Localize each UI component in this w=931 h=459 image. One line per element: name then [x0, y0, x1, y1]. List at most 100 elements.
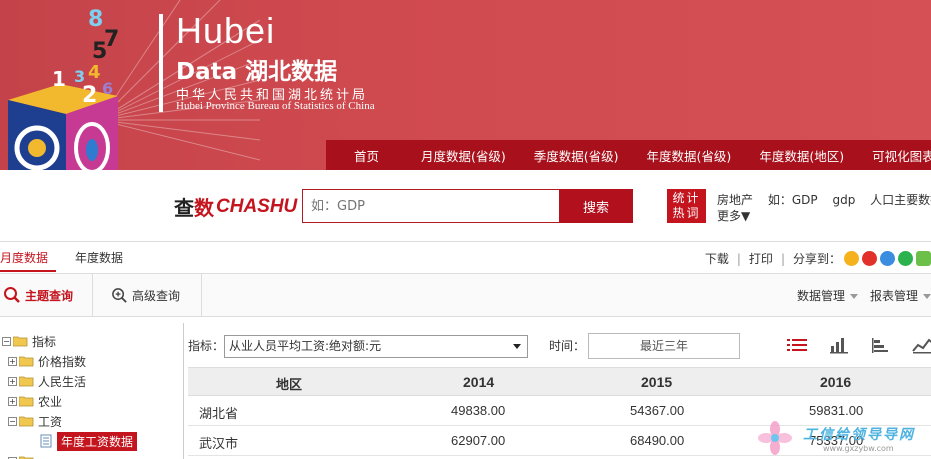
- tree-node-yearly-wage-data[interactable]: 年度工资数据: [40, 431, 138, 451]
- separator: |: [780, 251, 785, 266]
- cube-digit: 6: [102, 79, 113, 98]
- cell-value: 54367.00: [630, 403, 685, 418]
- share-weibo-icon[interactable]: [862, 251, 877, 266]
- separator: |: [736, 251, 741, 266]
- cell-region: 湖北省: [199, 407, 239, 422]
- main-nav: 首页 月度数据(省级) 季度数据(省级) 年度数据(省级) 年度数据(地区) 可…: [326, 140, 931, 170]
- data-manage-label: 数据管理: [797, 289, 846, 303]
- tree-node-people-life[interactable]: + 人民生活: [8, 372, 86, 390]
- brand-org-en: Hubei Province Bureau of Statistics of C…: [176, 100, 375, 112]
- hot-word-link[interactable]: 人口主要数据: [870, 193, 931, 207]
- tree-node-label: 工资: [38, 414, 63, 429]
- tree-node-price-index[interactable]: + 价格指数: [8, 352, 86, 370]
- indicator-select[interactable]: 从业人员平均工资:绝对额:元: [224, 335, 528, 358]
- query-bar: 主题查询 高级查询 数据管理 报表管理: [0, 273, 931, 317]
- document-icon: [40, 434, 52, 448]
- hot-words-badge: 统计 热词: [667, 189, 706, 223]
- nav-home[interactable]: 首页: [326, 146, 407, 165]
- bar-chart-icon[interactable]: [829, 336, 851, 354]
- brand-data-title: Data 湖北数据: [176, 59, 338, 85]
- divider: [201, 274, 202, 316]
- tab-yearly-data[interactable]: 年度数据: [75, 249, 123, 266]
- nav-yearly-region[interactable]: 年度数据(地区): [745, 146, 858, 165]
- advanced-query-label: 高级查询: [132, 288, 181, 303]
- hot-word-link[interactable]: 房地产: [717, 193, 753, 207]
- share-tqq-icon[interactable]: [880, 251, 895, 266]
- cube-digit: 7: [104, 27, 119, 52]
- line-chart-icon[interactable]: [912, 336, 931, 354]
- hot-words-list: 房地产 如：GDP gdp 人口主要数据: [717, 191, 931, 208]
- hot-badge-line2: 热词: [672, 206, 701, 220]
- report-manage-menu[interactable]: 报表管理: [870, 287, 931, 304]
- share-more-icon[interactable]: [916, 251, 931, 266]
- chevron-down-icon: [923, 294, 931, 299]
- data-manage-menu[interactable]: 数据管理: [797, 287, 859, 304]
- watermark-url: www.gxzybw.com: [823, 444, 894, 453]
- table-header: 地区 2014 2015 2016: [188, 367, 931, 396]
- tree-node-label: 农业: [38, 394, 63, 409]
- nav-monthly-province[interactable]: 月度数据(省级): [407, 146, 520, 165]
- expand-icon[interactable]: +: [8, 356, 17, 366]
- search-button[interactable]: 搜索: [559, 189, 633, 223]
- more-hot-words-link[interactable]: 更多▼: [717, 207, 750, 224]
- advanced-query-button[interactable]: 高级查询: [111, 274, 180, 316]
- collapse-icon[interactable]: −: [8, 416, 17, 426]
- table-view-icon[interactable]: [786, 336, 808, 354]
- share-wechat-icon[interactable]: [898, 251, 913, 266]
- report-manage-label: 报表管理: [870, 289, 919, 303]
- tree-node-wages[interactable]: − 工资: [8, 412, 62, 430]
- expand-icon[interactable]: +: [8, 396, 17, 406]
- cube-digit: 4: [88, 62, 101, 83]
- horizontal-bar-chart-icon[interactable]: [870, 336, 892, 354]
- share-label: 分享到：: [792, 252, 841, 266]
- nav-yearly-province[interactable]: 年度数据(省级): [633, 146, 746, 165]
- time-label: 时间：: [549, 339, 586, 353]
- brand-divider: [159, 14, 163, 112]
- column-header-2014: 2014: [463, 374, 495, 390]
- active-tab-indicator: [0, 270, 56, 272]
- search-input[interactable]: [302, 189, 560, 223]
- folder-open-icon: [19, 416, 34, 426]
- cell-value: 59831.00: [809, 403, 864, 418]
- folder-icon: [19, 396, 34, 406]
- cell-value: 68490.00: [630, 433, 685, 448]
- cell-value: 62907.00: [451, 433, 506, 448]
- hot-word-link[interactable]: 如：GDP: [768, 193, 818, 207]
- folder-icon: [19, 356, 34, 366]
- cube-digit: 8: [88, 7, 103, 32]
- tree-node-label: 价格指数: [38, 354, 87, 369]
- tree-node-label: 人民生活: [38, 374, 87, 389]
- toolbar-actions: 下载 | 打印 | 分享到：: [705, 250, 931, 267]
- chevron-down-icon: [513, 344, 521, 349]
- topic-query-button[interactable]: 主题查询: [3, 274, 73, 316]
- tree-node-label: 指标: [32, 334, 57, 349]
- collapse-icon[interactable]: −: [2, 336, 11, 346]
- nav-visual-charts[interactable]: 可视化图表: [858, 146, 931, 165]
- tree-node-agriculture[interactable]: + 农业: [8, 392, 62, 410]
- column-header-2015: 2015: [641, 374, 673, 390]
- expand-icon[interactable]: +: [8, 376, 17, 386]
- chashu-logo-en: CHASHU: [216, 195, 298, 217]
- chashu-logo-cn-red: 数: [194, 196, 214, 220]
- cube-digit: 1: [52, 67, 66, 91]
- indicator-select-value: 从业人员平均工资:绝对额:元: [229, 339, 382, 353]
- print-link[interactable]: 打印: [749, 250, 773, 267]
- tree-node-partial[interactable]: +: [8, 452, 38, 459]
- column-header-2016: 2016: [820, 374, 852, 390]
- panel-divider: [183, 323, 184, 459]
- search-icon: [4, 287, 20, 303]
- tree-node-label-selected: 年度工资数据: [57, 431, 138, 451]
- cell-region: 武汉市: [199, 437, 239, 452]
- download-link[interactable]: 下载: [705, 250, 729, 267]
- tree-node-root[interactable]: − 指标: [2, 332, 56, 350]
- chashu-logo: 查数 CHASHU: [174, 192, 297, 221]
- share-qzone-icon[interactable]: [844, 251, 859, 266]
- divider: [92, 274, 93, 316]
- tab-monthly-data[interactable]: 月度数据: [0, 249, 48, 266]
- chevron-down-icon: [850, 294, 859, 299]
- nav-quarterly-province[interactable]: 季度数据(省级): [520, 146, 633, 165]
- zoom-in-icon: [112, 287, 127, 303]
- column-header-region: 地区: [276, 378, 303, 393]
- time-range-select[interactable]: 最近三年: [588, 333, 740, 359]
- hot-word-link[interactable]: gdp: [832, 193, 855, 207]
